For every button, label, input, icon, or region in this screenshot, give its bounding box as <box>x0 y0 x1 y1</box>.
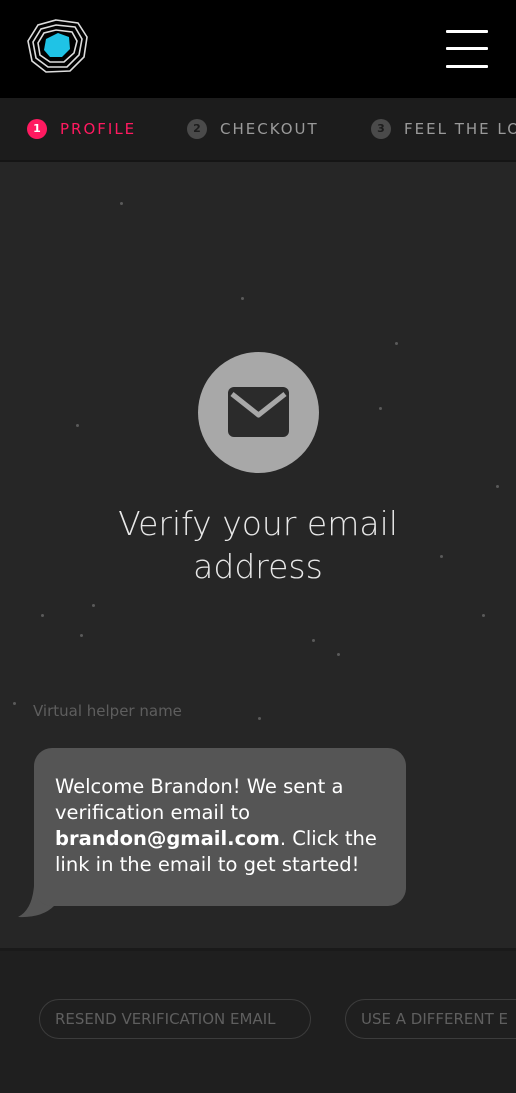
mail-icon <box>228 387 289 437</box>
step-number: 1 <box>27 119 47 139</box>
mail-icon-circle <box>198 352 319 473</box>
star-dot <box>92 604 95 607</box>
step-checkout[interactable]: 2 CHECKOUT <box>187 98 319 160</box>
star-dot <box>496 485 499 488</box>
star-dot <box>312 639 315 642</box>
hamburger-menu-icon[interactable] <box>446 30 488 70</box>
logo-icon[interactable] <box>26 17 90 75</box>
progress-steps: 1 PROFILE 2 CHECKOUT 3 FEEL THE LO <box>0 98 516 162</box>
step-label: CHECKOUT <box>220 120 319 138</box>
step-feel-the-love[interactable]: 3 FEEL THE LO <box>371 98 516 160</box>
star-dot <box>13 702 16 705</box>
star-dot <box>80 634 83 637</box>
star-dot <box>76 424 79 427</box>
title-line-1: Verify your email <box>118 504 398 543</box>
star-dot <box>41 614 44 617</box>
star-dot <box>258 717 261 720</box>
resend-verification-button[interactable]: RESEND VERIFICATION EMAIL <box>39 999 311 1039</box>
star-dot <box>241 297 244 300</box>
star-dot <box>395 342 398 345</box>
main-content: Verify your email address Virtual helper… <box>0 162 516 948</box>
virtual-helper-name: Virtual helper name <box>33 702 182 720</box>
step-number: 2 <box>187 119 207 139</box>
star-dot <box>379 407 382 410</box>
action-bar: RESEND VERIFICATION EMAIL USE A DIFFEREN… <box>0 948 516 1093</box>
message-email: brandon@gmail.com <box>55 827 280 850</box>
step-profile[interactable]: 1 PROFILE <box>27 98 136 160</box>
star-dot <box>120 202 123 205</box>
title-line-2: address <box>193 547 323 586</box>
step-number: 3 <box>371 119 391 139</box>
page-title: Verify your email address <box>0 502 516 588</box>
step-label: FEEL THE LO <box>404 120 516 138</box>
chat-message-bubble: Welcome Brandon! We sent a verification … <box>34 748 406 906</box>
message-text-1: Welcome Brandon! We sent a verification … <box>55 775 344 824</box>
star-dot <box>337 653 340 656</box>
use-different-email-button[interactable]: USE A DIFFERENT E <box>345 999 516 1039</box>
step-label: PROFILE <box>60 120 137 138</box>
top-bar <box>0 0 516 98</box>
star-dot <box>482 614 485 617</box>
